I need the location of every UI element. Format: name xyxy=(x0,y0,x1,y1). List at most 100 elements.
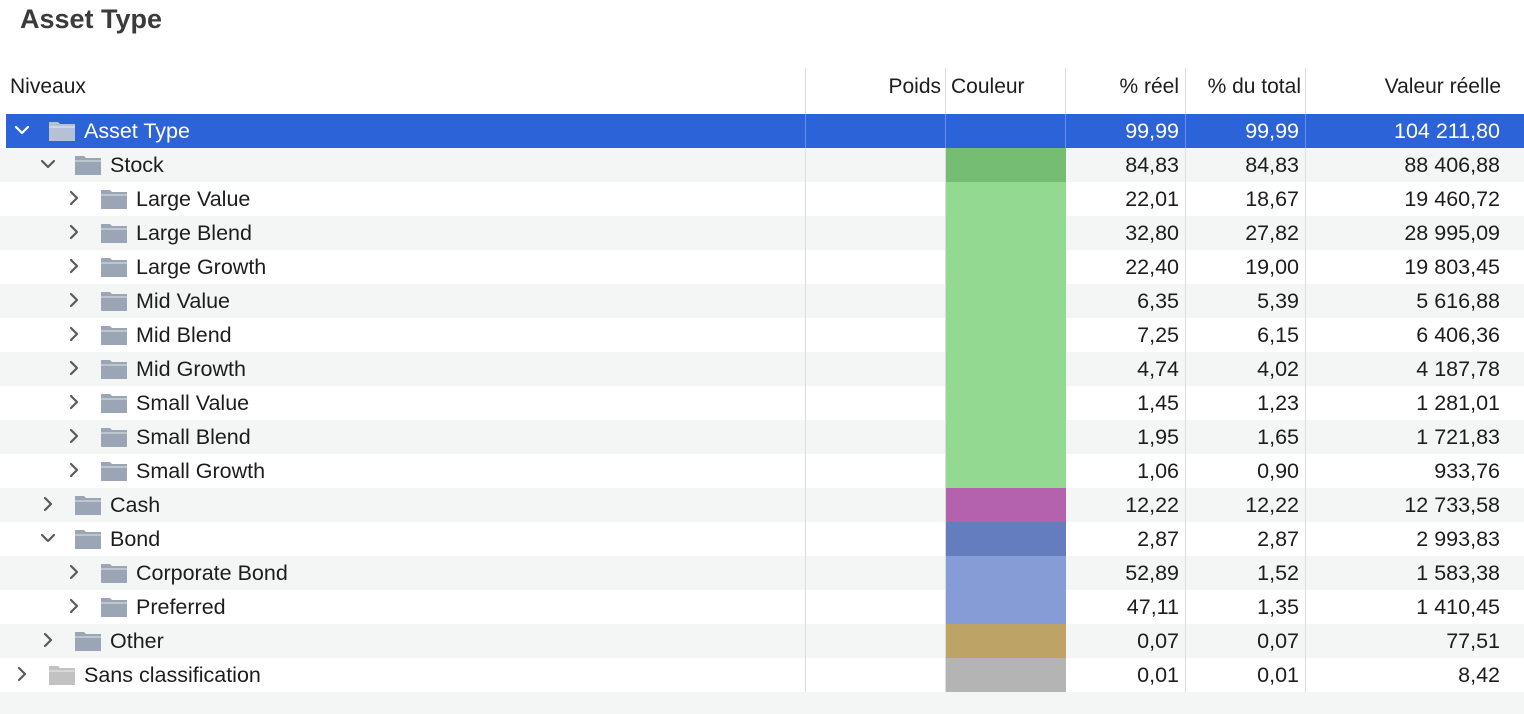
color-swatch[interactable] xyxy=(946,386,1066,420)
percent-total-cell: 84,83 xyxy=(1245,153,1299,177)
folder-icon xyxy=(100,257,128,278)
percent-total-cell: 6,15 xyxy=(1257,323,1299,347)
value-cell: 1 410,45 xyxy=(1416,595,1500,619)
color-swatch[interactable] xyxy=(946,624,1066,658)
table-row[interactable]: Large Value 22,01 18,67 19 460,72 xyxy=(0,182,1524,216)
table-row[interactable]: Mid Value 6,35 5,39 5 616,88 xyxy=(0,284,1524,318)
row-label: Mid Growth xyxy=(136,357,246,381)
color-swatch[interactable] xyxy=(946,318,1066,352)
table-row[interactable]: Sans classification 0,01 0,01 8,42 xyxy=(0,658,1524,692)
table-row[interactable]: Small Blend 1,95 1,65 1 721,83 xyxy=(0,420,1524,454)
table-row[interactable]: Asset Type 99,99 99,99 104 211,80 xyxy=(6,114,1524,148)
column-divider xyxy=(805,624,806,658)
table-row[interactable]: Large Growth 22,40 19,00 19 803,45 xyxy=(0,250,1524,284)
color-swatch[interactable] xyxy=(946,556,1066,590)
chevron-right-icon[interactable] xyxy=(66,427,82,445)
chevron-right-icon[interactable] xyxy=(66,461,82,479)
table-row[interactable]: Corporate Bond 52,89 1,52 1 583,38 xyxy=(0,556,1524,590)
percent-reel-cell: 0,01 xyxy=(1137,663,1179,687)
value-cell: 2 993,83 xyxy=(1416,527,1500,551)
percent-total-cell: 0,90 xyxy=(1257,459,1299,483)
column-divider xyxy=(805,658,806,692)
color-swatch[interactable] xyxy=(946,522,1066,556)
row-label: Large Value xyxy=(136,187,251,211)
chevron-down-icon[interactable] xyxy=(14,121,30,139)
folder-icon xyxy=(100,427,128,448)
percent-total-cell: 5,39 xyxy=(1257,289,1299,313)
color-swatch[interactable] xyxy=(946,250,1066,284)
column-header-couleur[interactable]: Couleur xyxy=(951,74,1025,100)
table-row[interactable]: Large Blend 32,80 27,82 28 995,09 xyxy=(0,216,1524,250)
table-row[interactable]: Mid Blend 7,25 6,15 6 406,36 xyxy=(0,318,1524,352)
color-swatch[interactable] xyxy=(946,216,1066,250)
value-cell: 77,51 xyxy=(1446,629,1500,653)
folder-icon xyxy=(74,529,102,550)
column-divider xyxy=(805,182,806,216)
color-swatch[interactable] xyxy=(946,454,1066,488)
chevron-right-icon[interactable] xyxy=(66,325,82,343)
table-row[interactable]: Other 0,07 0,07 77,51 xyxy=(0,624,1524,658)
chevron-right-icon[interactable] xyxy=(66,257,82,275)
chevron-right-icon[interactable] xyxy=(40,495,56,513)
color-swatch[interactable] xyxy=(946,182,1066,216)
percent-reel-cell: 4,74 xyxy=(1137,357,1179,381)
table-header: Niveaux Poids Couleur % réel % du total … xyxy=(0,68,1524,112)
empty-row xyxy=(0,692,1524,714)
column-header-valeur[interactable]: Valeur réelle xyxy=(1306,74,1501,100)
value-cell: 933,76 xyxy=(1434,459,1500,483)
chevron-right-icon[interactable] xyxy=(66,393,82,411)
chevron-right-icon[interactable] xyxy=(66,189,82,207)
column-divider xyxy=(805,522,806,556)
table-row[interactable]: Bond 2,87 2,87 2 993,83 xyxy=(0,522,1524,556)
color-swatch[interactable] xyxy=(946,352,1066,386)
table-row[interactable]: Mid Growth 4,74 4,02 4 187,78 xyxy=(0,352,1524,386)
folder-icon xyxy=(100,223,128,244)
chevron-right-icon[interactable] xyxy=(66,223,82,241)
table-row[interactable]: Stock 84,83 84,83 88 406,88 xyxy=(0,148,1524,182)
chevron-right-icon[interactable] xyxy=(66,563,82,581)
chevron-right-icon[interactable] xyxy=(14,665,30,683)
color-swatch[interactable] xyxy=(946,488,1066,522)
column-divider xyxy=(805,284,806,318)
color-swatch[interactable] xyxy=(946,148,1066,182)
row-label: Preferred xyxy=(136,595,226,619)
table-row[interactable]: Cash 12,22 12,22 12 733,58 xyxy=(0,488,1524,522)
column-header-total[interactable]: % du total xyxy=(1186,74,1301,100)
column-header-reel[interactable]: % réel xyxy=(1066,74,1179,100)
value-cell: 1 721,83 xyxy=(1416,425,1500,449)
percent-reel-cell: 47,11 xyxy=(1126,595,1179,619)
percent-total-cell: 0,01 xyxy=(1257,663,1299,687)
row-label: Other xyxy=(110,629,164,653)
chevron-down-icon[interactable] xyxy=(40,155,56,173)
value-cell: 104 211,80 xyxy=(1393,119,1500,143)
column-divider xyxy=(805,556,806,590)
column-header-poids[interactable]: Poids xyxy=(806,74,941,100)
percent-total-cell: 0,07 xyxy=(1257,629,1299,653)
row-label: Small Value xyxy=(136,391,250,415)
percent-reel-cell: 1,45 xyxy=(1137,391,1179,415)
color-swatch[interactable] xyxy=(946,590,1066,624)
percent-reel-cell: 99,99 xyxy=(1125,119,1179,143)
percent-total-cell: 2,87 xyxy=(1257,527,1299,551)
color-swatch[interactable] xyxy=(946,420,1066,454)
table-row[interactable]: Preferred 47,11 1,35 1 410,45 xyxy=(0,590,1524,624)
chevron-down-icon[interactable] xyxy=(40,529,56,547)
chevron-right-icon[interactable] xyxy=(66,291,82,309)
table-row[interactable]: Small Value 1,45 1,23 1 281,01 xyxy=(0,386,1524,420)
color-swatch[interactable] xyxy=(946,284,1066,318)
folder-icon xyxy=(100,325,128,346)
color-swatch[interactable] xyxy=(946,658,1066,692)
percent-reel-cell: 22,40 xyxy=(1125,255,1179,279)
percent-reel-cell: 22,01 xyxy=(1125,187,1179,211)
chevron-right-icon[interactable] xyxy=(66,597,82,615)
percent-total-cell: 99,99 xyxy=(1245,119,1299,143)
value-cell: 88 406,88 xyxy=(1404,153,1500,177)
row-label: Mid Value xyxy=(136,289,231,313)
value-cell: 1 281,01 xyxy=(1416,391,1500,415)
row-label: Asset Type xyxy=(84,119,190,143)
column-header-niveaux[interactable]: Niveaux xyxy=(10,74,86,100)
chevron-right-icon[interactable] xyxy=(66,359,82,377)
chevron-right-icon[interactable] xyxy=(40,631,56,649)
table-row[interactable]: Small Growth 1,06 0,90 933,76 xyxy=(0,454,1524,488)
percent-reel-cell: 84,83 xyxy=(1125,153,1179,177)
